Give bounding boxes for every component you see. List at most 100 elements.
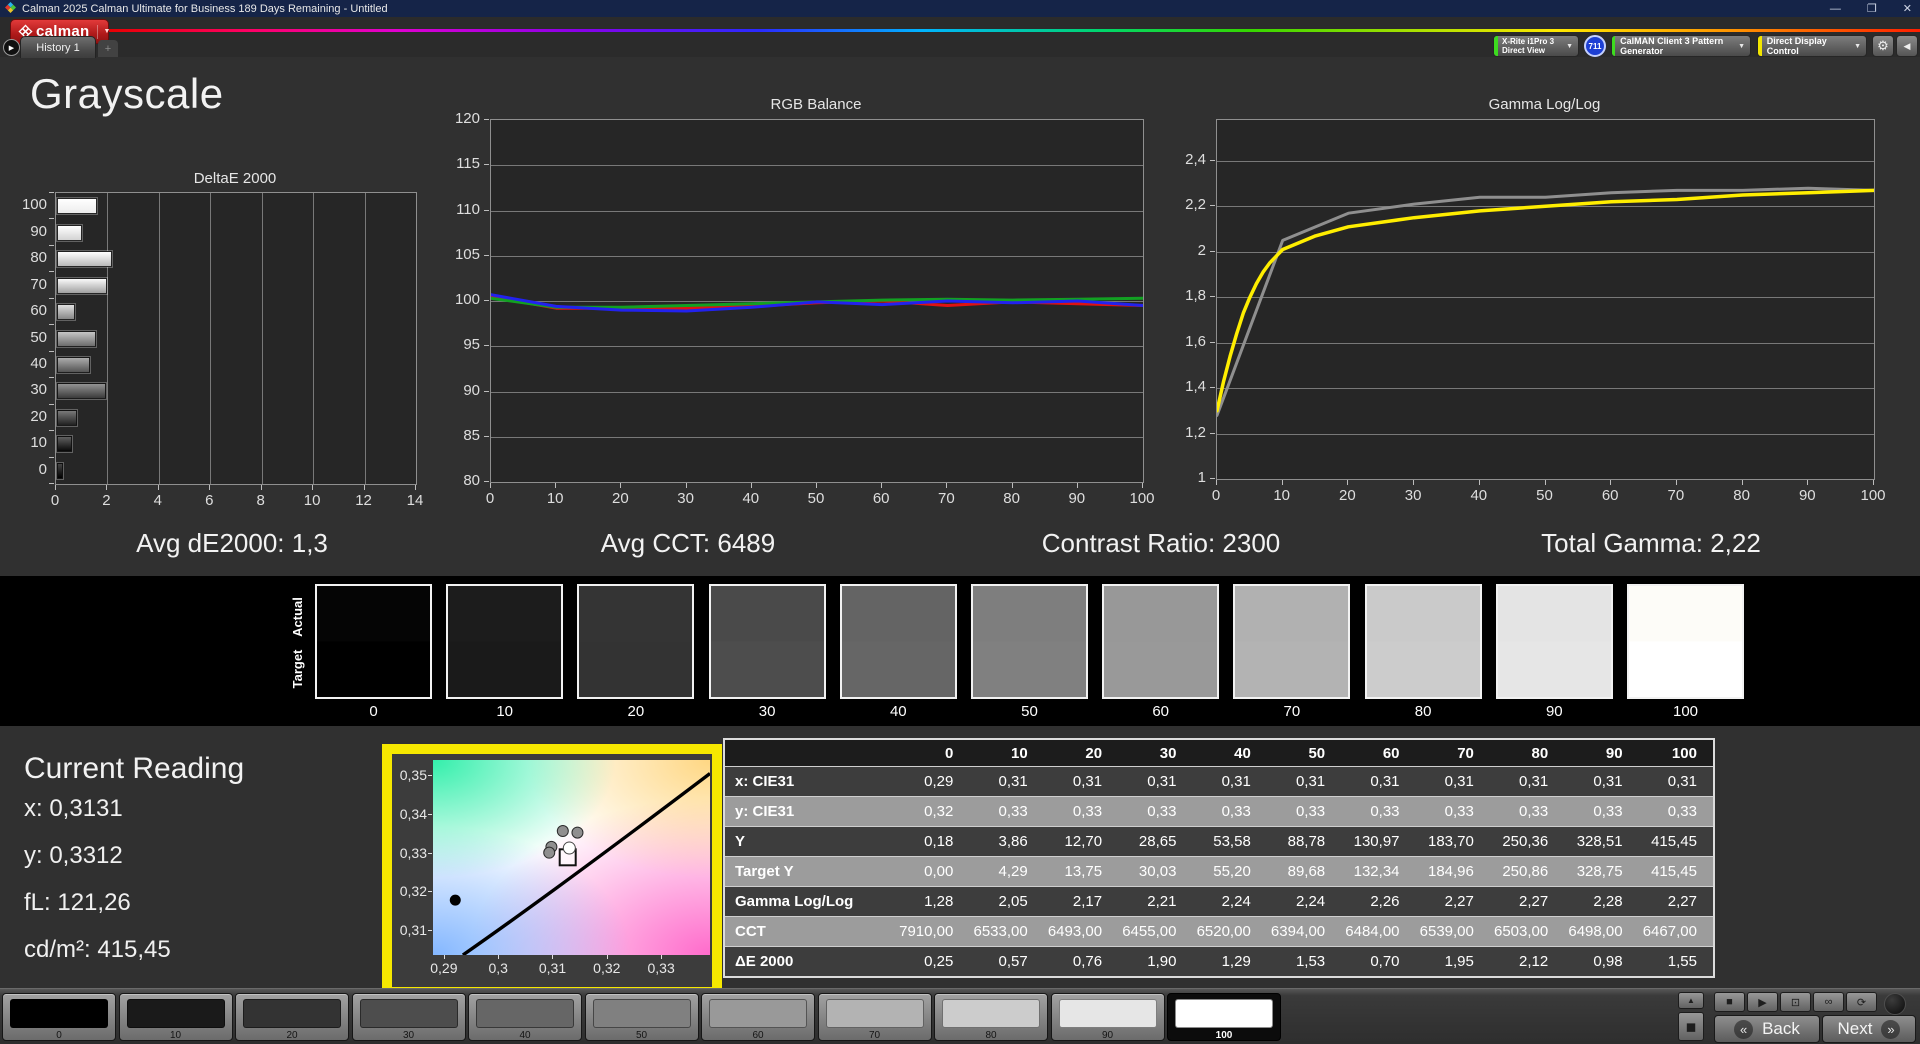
rgb-x-tick [881, 483, 883, 488]
deltae-bar [57, 251, 112, 268]
table-column-header: 10 [1011, 744, 1028, 762]
stop-button[interactable]: ■ [1714, 992, 1745, 1012]
back-button[interactable]: « Back [1714, 1015, 1820, 1043]
measurement-table: 0 10 20 30 40 50 60 70 80 90 100 x: CIE31 0,29 0,31 0,… [723, 738, 1715, 978]
level-button-40[interactable]: 40 [468, 993, 582, 1041]
pattern-dropdown-label: CalMAN Client 3 Pattern Generator [1620, 36, 1724, 56]
level-swatch [709, 999, 807, 1028]
table-row-label: y: CIE31 [735, 803, 795, 820]
gear-icon[interactable]: ⚙ [1872, 35, 1894, 57]
window-title: Calman 2025 Calman Ultimate for Business… [22, 2, 388, 15]
table-cell: 0,31 [1370, 773, 1400, 790]
swatch-level-label: 0 [369, 703, 378, 720]
app-icon [5, 1, 16, 16]
display-control-dropdown[interactable]: Direct Display Control ▼ [1757, 35, 1867, 57]
pattern-window-button[interactable]: ⊡ [1780, 992, 1811, 1012]
level-swatch [10, 999, 108, 1028]
gamma-y-tick-label: 1 [1197, 469, 1206, 486]
de-x-tick-label: 12 [355, 492, 372, 509]
table-row-label: ΔE 2000 [735, 953, 794, 970]
next-button[interactable]: Next » [1822, 1015, 1916, 1043]
tab-scroll-button[interactable]: ▶ [3, 39, 20, 56]
rgb-x-tick-label: 0 [485, 490, 495, 507]
continuous-button[interactable]: ∞ [1813, 992, 1844, 1012]
swatch-level-label: 20 [627, 703, 645, 720]
pattern-level-bar: « Back Next » 0 10 20 30 40 50 60 70 80 90 100 ▲ ◼ ■ ▶… [0, 988, 1920, 1044]
repeat-button[interactable]: ⟳ [1846, 992, 1877, 1012]
table-cell: 53,58 [1213, 833, 1251, 850]
meter-dropdown[interactable]: X-Rite i1Pro 3 Direct View ▼ [1493, 35, 1579, 57]
de-x-tick [415, 485, 416, 490]
table-row: Target Y 0,00 4,29 13,75 30,03 55,20 89,68 132,… [725, 856, 1713, 886]
gamma-x-tick [1675, 480, 1677, 485]
play-button[interactable]: ▶ [1747, 992, 1778, 1012]
de-x-tick-label: 10 [303, 492, 321, 509]
de-y-tick [49, 271, 54, 272]
rgb-x-tick [750, 483, 752, 488]
cie-y-tick [428, 852, 432, 854]
collapse-panel-button[interactable]: ◀ [1896, 35, 1918, 57]
cie-y-tick [428, 891, 432, 893]
level-button-20[interactable]: 20 [235, 993, 349, 1041]
maximize-button[interactable]: ❐ [1867, 2, 1877, 15]
cie-point-measure [571, 826, 584, 839]
gamma-x-tick-label: 70 [1667, 487, 1685, 504]
table-cell: 328,75 [1576, 863, 1623, 880]
level-button-60[interactable]: 60 [701, 993, 815, 1041]
level-button-10[interactable]: 10 [118, 993, 233, 1041]
cie-y-tick-label: 0,33 [399, 844, 427, 861]
cie-y-tick [428, 775, 432, 777]
level-button-70[interactable]: 70 [817, 993, 932, 1041]
rgb-y-tick [484, 435, 489, 437]
table-cell: 1,29 [1221, 953, 1251, 970]
level-button-90[interactable]: 90 [1050, 993, 1165, 1041]
level-button-50[interactable]: 50 [584, 993, 699, 1041]
add-tab-button[interactable]: + [98, 40, 118, 57]
table-row-label: Gamma Log/Log [735, 893, 854, 910]
display-status-bar [1758, 36, 1762, 56]
rgb-x-tick-label: 20 [612, 490, 629, 507]
rgb-y-tick-label: 80 [463, 472, 480, 489]
minimize-button[interactable]: — [1830, 3, 1841, 15]
de-y-tick-label: 30 [30, 381, 47, 399]
scroll-up-button[interactable]: ▲ [1678, 992, 1704, 1009]
rgb-y-tick-label: 85 [463, 426, 480, 444]
gamma-y-tick-label: 1,6 [1185, 332, 1206, 350]
table-column-header: 80 [1531, 744, 1549, 762]
table-cell: 55,20 [1213, 863, 1251, 880]
table-cell: 6484,00 [1345, 923, 1400, 940]
table-cell: 6498,00 [1568, 923, 1623, 940]
level-button-30[interactable]: 30 [351, 993, 466, 1041]
rgb-x-tick-label: 80 [1003, 490, 1020, 507]
level-button-80[interactable]: 80 [934, 993, 1048, 1041]
level-button-0[interactable]: 0 [2, 993, 116, 1041]
table-cell: 2,27 [1444, 893, 1474, 910]
de-gridline [210, 193, 212, 484]
level-button-100[interactable]: 100 [1167, 993, 1281, 1041]
table-cell: 250,36 [1502, 833, 1549, 850]
level-swatch [126, 999, 225, 1028]
de-y-tick-label: 90 [30, 222, 47, 240]
de-y-tick [49, 245, 54, 246]
deltae-bar [57, 409, 77, 426]
table-row-label: CCT [735, 923, 766, 940]
fullscreen-pattern-button[interactable]: ◼ [1678, 1012, 1704, 1041]
pattern-generator-dropdown[interactable]: CalMAN Client 3 Pattern Generator ▼ [1611, 35, 1751, 57]
table-column-header: 50 [1308, 744, 1326, 762]
cie-x-tick-label: 0,31 [538, 960, 567, 976]
chevron-down-icon[interactable]: ▼ [96, 24, 110, 39]
rgb-y-tick [484, 300, 489, 301]
gamma-y-tick-label: 1,2 [1185, 423, 1206, 441]
close-button[interactable]: ✕ [1903, 2, 1912, 15]
deltae-bar [57, 198, 97, 215]
table-cell: 2,27 [1667, 893, 1697, 910]
rgb-y-tick [484, 164, 489, 166]
reading-cdm2: cd/m²: 415,45 [24, 936, 171, 963]
cie-point-measure [556, 825, 569, 838]
table-cell: 1,90 [1147, 953, 1177, 970]
tab-history-1[interactable]: History 1 [20, 36, 96, 58]
swatch-level-label: 100 [1672, 703, 1699, 720]
rgb-x-tick-label: 30 [677, 490, 694, 507]
table-cell: 0,31 [1519, 773, 1549, 790]
swatch-level-label: 70 [1283, 703, 1301, 720]
